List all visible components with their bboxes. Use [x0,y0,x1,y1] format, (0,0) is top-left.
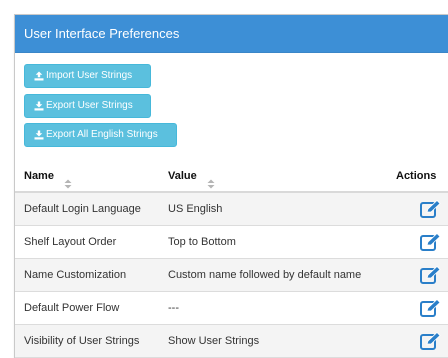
edit-icon[interactable] [420,232,442,252]
edit-icon[interactable] [420,199,442,219]
column-header-value-label: Value [168,170,197,182]
table-row: Shelf Layout Order Top to Bottom [15,226,448,259]
row-name: Default Power Flow [24,302,120,314]
edit-icon[interactable] [420,331,442,351]
sort-icon [64,171,72,189]
upload-icon [34,71,44,81]
download-icon [34,101,44,111]
row-value: Show User Strings [168,335,260,347]
row-name: Name Customization [24,269,127,281]
edit-icon[interactable] [420,298,442,318]
preferences-table: Name Value Actions Default Login Languag… [15,161,448,358]
row-value: US English [168,203,223,215]
export-user-strings-label: Export User Strings [46,100,133,111]
row-value: Top to Bottom [168,236,236,248]
row-name: Visibility of User Strings [24,335,140,347]
sort-icon [207,171,215,189]
preferences-panel: User Interface Preferences Import User S… [14,14,448,358]
column-header-actions: Actions [396,161,436,191]
table-row: Name Customization Custom name followed … [15,259,448,292]
column-header-value[interactable]: Value [168,161,215,191]
row-value: --- [168,302,179,314]
column-header-name-label: Name [24,170,54,182]
panel-title: User Interface Preferences [24,26,180,41]
row-name: Default Login Language [24,203,141,215]
column-header-name[interactable]: Name [24,161,72,191]
import-user-strings-label: Import User Strings [46,70,133,81]
table-row: Visibility of User Strings Show User Str… [15,325,448,358]
download-icon [34,130,44,140]
panel-header: User Interface Preferences [15,15,448,53]
export-all-english-strings-button[interactable]: Export All English Strings [24,123,177,147]
export-user-strings-button[interactable]: Export User Strings [24,94,151,118]
page: User Interface Preferences Import User S… [0,0,448,358]
row-value: Custom name followed by default name [168,269,362,281]
table-row: Default Login Language US English [15,193,448,226]
table-body: Default Login Language US English Shelf … [15,193,448,358]
export-all-english-strings-label: Export All English Strings [46,129,158,140]
column-header-actions-label: Actions [396,170,437,182]
edit-icon[interactable] [420,265,442,285]
row-name: Shelf Layout Order [24,236,117,248]
table-header-row: Name Value Actions [15,161,448,193]
table-row: Default Power Flow --- [15,292,448,325]
import-user-strings-button[interactable]: Import User Strings [24,64,151,88]
